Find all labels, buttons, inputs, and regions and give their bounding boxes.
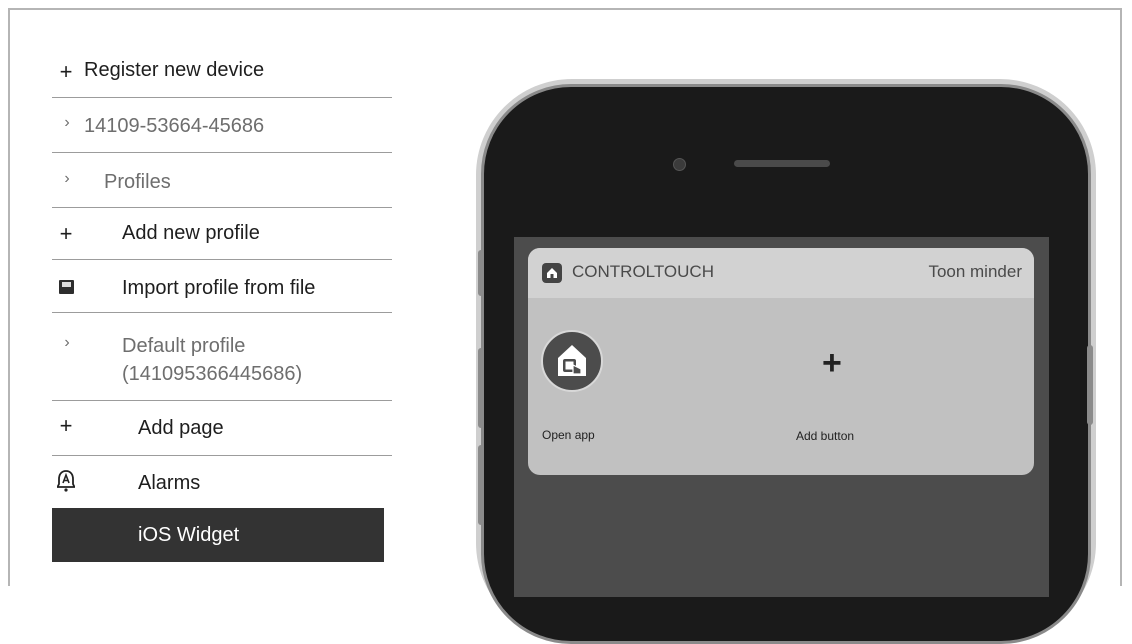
open-app-icon: [558, 345, 586, 376]
phone-side-button: [478, 348, 484, 428]
plus-icon: +: [59, 221, 73, 246]
alarm-icon: [54, 470, 78, 498]
sidebar-item-device[interactable]: › 14109-53664-45686: [52, 98, 392, 153]
chevron-right-icon: ›: [64, 170, 70, 187]
sidebar-item-label: Alarms: [138, 472, 201, 494]
phone-side-button: [1087, 345, 1093, 425]
sidebar-item-profiles[interactable]: › Profiles: [52, 153, 392, 208]
widget-header: CONTROLTOUCH Toon minder: [528, 248, 1034, 298]
open-app-label: Open app: [542, 428, 595, 442]
phone-side-button: [478, 250, 484, 296]
sidebar-item-label: Add new profile: [122, 222, 260, 244]
sidebar-item-register-device[interactable]: + Register new device: [52, 42, 392, 98]
speaker-grille: [734, 160, 830, 167]
sidebar-item-label: iOS Widget: [138, 524, 240, 546]
chevron-right-icon: ›: [64, 114, 70, 131]
phone-side-button: [478, 445, 484, 525]
add-button-label: Add button: [796, 429, 855, 443]
sidebar-item-label: 14109-53664-45686: [84, 115, 265, 137]
floppy-disk-icon: [54, 277, 78, 300]
sidebar-item-label: Profiles: [104, 171, 171, 193]
sidebar: + Register new device › 14109-53664-4568…: [52, 42, 392, 562]
camera-icon: [673, 158, 686, 171]
sidebar-item-label: Default profile (141095366445686): [122, 335, 303, 385]
sidebar-item-label: Import profile from file: [122, 277, 316, 299]
sidebar-item-add-new-profile[interactable]: + Add new profile: [52, 208, 392, 260]
sidebar-item-ios-widget[interactable]: iOS Widget: [52, 508, 384, 562]
sidebar-item-import-profile[interactable]: Import profile from file: [52, 260, 392, 313]
sidebar-item-alarms[interactable]: Alarms: [52, 456, 392, 508]
chevron-right-icon: ›: [64, 334, 70, 351]
sidebar-item-default-profile[interactable]: › Default profile (141095366445686): [52, 313, 392, 401]
ios-widget: CONTROLTOUCH Toon minder Open app + Add …: [528, 248, 1034, 475]
add-button[interactable]: +: [822, 344, 842, 383]
open-app-button[interactable]: [541, 330, 603, 392]
plus-icon: +: [59, 59, 73, 84]
widget-app-name: CONTROLTOUCH: [572, 262, 714, 281]
show-less-button[interactable]: Toon minder: [928, 262, 1022, 282]
plus-icon: +: [59, 413, 73, 438]
sidebar-item-label: Register new device: [84, 59, 265, 81]
sidebar-item-label: Add page: [138, 417, 224, 439]
sidebar-item-add-page[interactable]: + Add page: [52, 401, 392, 456]
home-icon: [542, 263, 562, 283]
